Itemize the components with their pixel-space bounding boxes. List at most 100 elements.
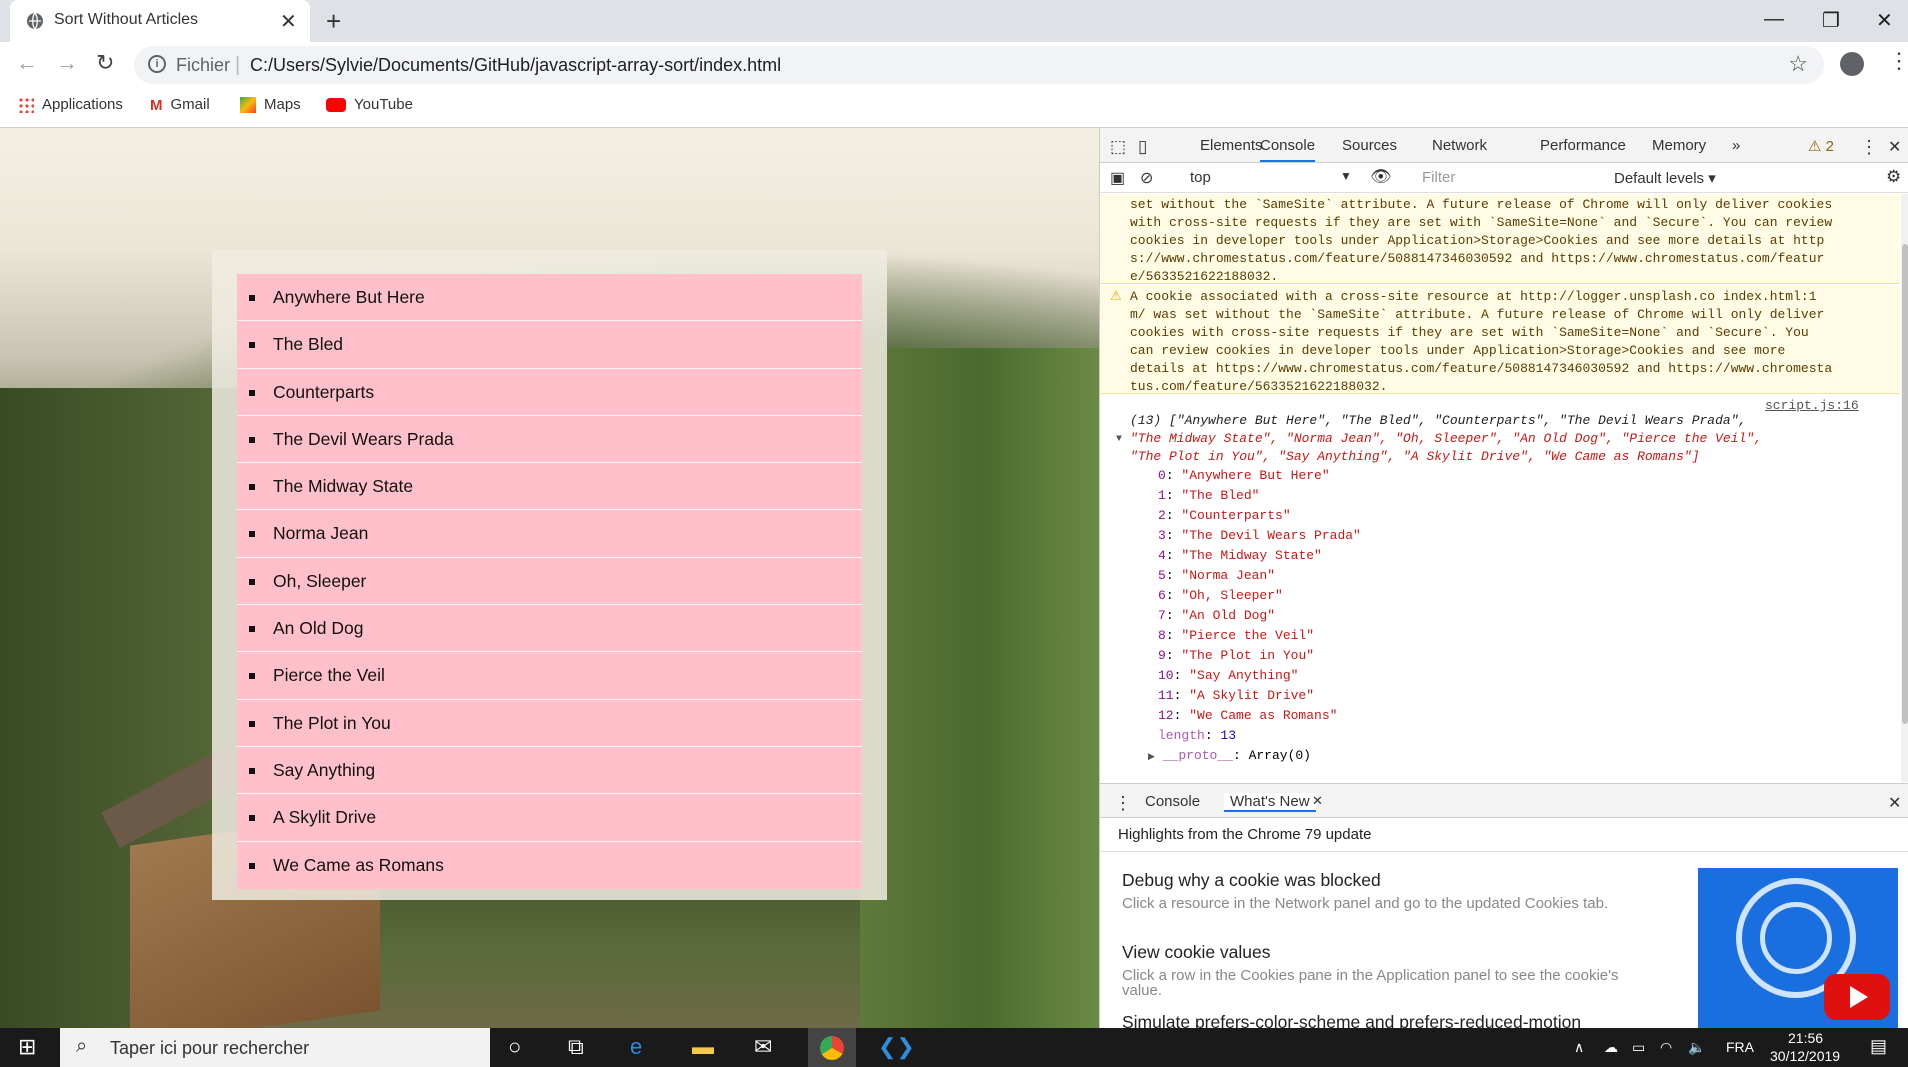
profile-avatar-icon[interactable]	[1840, 52, 1864, 76]
notifications-icon[interactable]: ▤	[1870, 1036, 1887, 1057]
close-window-button[interactable]: ✕	[1876, 8, 1893, 33]
warning-line: with cross-site requests if they are set…	[1130, 215, 1833, 230]
array-summary[interactable]: ▼ (13) ["Anywhere But Here", "The Bled",…	[1116, 396, 1870, 466]
address-bar[interactable]: i Fichier | C:/Users/Sylvie/Documents/Gi…	[134, 46, 1824, 84]
onedrive-icon[interactable]: ☁	[1604, 1039, 1618, 1056]
array-entry[interactable]: 5: "Norma Jean"	[1158, 566, 1361, 586]
warning-line: details at https://www.chromestatus.com/…	[1130, 361, 1833, 376]
tab-elements[interactable]: Elements	[1200, 137, 1263, 154]
browser-tab[interactable]: Sort Without Articles ✕	[10, 0, 310, 42]
warning-line: e/5633521622188032.	[1130, 269, 1279, 284]
whats-new-item-title[interactable]: Debug why a cookie was blocked	[1122, 870, 1381, 891]
bullet	[249, 673, 255, 680]
entry-index: 1	[1158, 488, 1166, 503]
sidebar-toggle-icon[interactable]: ▣	[1110, 168, 1125, 188]
clock-time[interactable]: 21:56	[1788, 1030, 1823, 1046]
file-explorer-icon[interactable]: ▬	[692, 1034, 714, 1060]
minimize-button[interactable]: —	[1764, 8, 1784, 31]
whats-new-item-title[interactable]: Simulate prefers-color-scheme and prefer…	[1122, 1012, 1581, 1028]
cortana-icon[interactable]: ○	[508, 1034, 521, 1060]
array-entry[interactable]: 3: "The Devil Wears Prada"	[1158, 526, 1361, 546]
chrome-taskbar-icon[interactable]	[808, 1028, 856, 1067]
mail-icon[interactable]: ✉	[754, 1034, 772, 1060]
drawer-menu-icon[interactable]: ⋮	[1114, 793, 1132, 814]
tab-network[interactable]: Network	[1432, 137, 1487, 154]
array-summary-line: "The Midway State", "Norma Jean", "Oh, S…	[1130, 431, 1762, 446]
star-icon[interactable]: ☆	[1788, 51, 1808, 77]
device-toolbar-icon[interactable]: ▯	[1138, 137, 1147, 157]
drawer-tab-whats-new[interactable]: What's New	[1224, 793, 1316, 812]
youtube-play-icon[interactable]	[1824, 974, 1890, 1020]
eye-icon[interactable]: 👁	[1370, 167, 1392, 187]
new-tab-button[interactable]: +	[326, 6, 341, 37]
wifi-icon[interactable]: ◠	[1660, 1039, 1672, 1056]
array-entry[interactable]: 9: "The Plot in You"	[1158, 646, 1361, 666]
close-devtools-icon[interactable]: ✕	[1888, 137, 1901, 157]
close-tab-icon[interactable]: ✕	[1312, 793, 1323, 809]
close-tab-icon[interactable]: ✕	[280, 9, 297, 34]
clock-date[interactable]: 30/12/2019	[1770, 1048, 1840, 1064]
array-entry[interactable]: 2: "Counterparts"	[1158, 506, 1361, 526]
language-indicator[interactable]: FRA	[1726, 1039, 1754, 1055]
back-icon[interactable]: ←	[16, 50, 38, 76]
close-drawer-icon[interactable]: ✕	[1888, 793, 1901, 813]
windows-start-icon[interactable]: ⊞	[18, 1034, 36, 1060]
warning-line: cookies in developer tools under Applica…	[1130, 233, 1825, 248]
settings-gear-icon[interactable]: ⚙	[1886, 167, 1901, 187]
scrollbar-thumb[interactable]	[1902, 244, 1908, 724]
length-key: length	[1158, 728, 1205, 743]
forward-icon[interactable]: →	[56, 50, 78, 76]
tray-chevron-icon[interactable]: ∧	[1574, 1039, 1584, 1056]
volume-icon[interactable]: 🔈	[1688, 1039, 1705, 1056]
inspect-element-icon[interactable]: ⬚	[1110, 137, 1126, 157]
entry-index: 5	[1158, 568, 1166, 583]
maximize-button[interactable]: ❐	[1822, 8, 1840, 33]
list-item-label: The Bled	[273, 334, 344, 355]
taskbar-search[interactable]: ⌕ Taper ici pour rechercher	[60, 1028, 490, 1067]
array-entry[interactable]: 0: "Anywhere But Here"	[1158, 466, 1361, 486]
console-scrollbar[interactable]	[1901, 194, 1908, 782]
more-tabs-icon[interactable]: »	[1732, 137, 1740, 154]
context-dropdown-icon[interactable]: ▼	[1340, 169, 1352, 183]
whats-new-video-thumbnail[interactable]	[1698, 868, 1898, 1028]
filter-input[interactable]: Filter	[1422, 169, 1455, 186]
array-entry[interactable]: 4: "The Midway State"	[1158, 546, 1361, 566]
vscode-icon[interactable]: ❮❯	[878, 1034, 915, 1060]
tab-performance[interactable]: Performance	[1540, 137, 1626, 154]
info-icon[interactable]: i	[148, 55, 166, 73]
battery-icon[interactable]: ▭	[1632, 1039, 1645, 1056]
whats-new-item-title[interactable]: View cookie values	[1122, 942, 1271, 963]
log-levels-select[interactable]: Default levels ▾	[1614, 169, 1716, 187]
entry-value: "A Skylit Drive"	[1189, 688, 1315, 703]
entry-value: "Counterparts"	[1181, 508, 1291, 523]
menu-dots-icon[interactable]: ⋮	[1888, 48, 1908, 74]
tab-console[interactable]: Console	[1260, 137, 1316, 162]
array-entry[interactable]: 11: "A Skylit Drive"	[1158, 686, 1361, 706]
drawer-tab-console[interactable]: Console	[1145, 793, 1200, 810]
array-entry[interactable]: 6: "Oh, Sleeper"	[1158, 586, 1361, 606]
bookmark-maps[interactable]: Maps	[240, 96, 301, 114]
devtools-menu-icon[interactable]: ⋮	[1860, 137, 1878, 158]
array-entry[interactable]: 10: "Say Anything"	[1158, 666, 1361, 686]
clear-console-icon[interactable]: ⊘	[1140, 168, 1153, 188]
bookmark-gmail[interactable]: M Gmail	[150, 96, 210, 114]
entry-index: 6	[1158, 588, 1166, 603]
bookmark-applications[interactable]: Applications	[18, 96, 123, 114]
expand-triangle-icon[interactable]: ▼	[1116, 431, 1122, 449]
bookmarks-bar: Applications M Gmail Maps YouTube	[0, 88, 1908, 128]
list-item-label: The Midway State	[273, 476, 414, 497]
array-entry[interactable]: 7: "An Old Dog"	[1158, 606, 1361, 626]
task-view-icon[interactable]: ⧉	[568, 1034, 584, 1060]
bookmark-youtube[interactable]: YouTube	[326, 96, 413, 113]
tab-sources[interactable]: Sources	[1342, 137, 1397, 154]
url-text[interactable]: C:/Users/Sylvie/Documents/GitHub/javascr…	[250, 55, 781, 76]
warning-count-badge[interactable]: ⚠ 2	[1808, 137, 1834, 155]
array-entry[interactable]: 1: "The Bled"	[1158, 486, 1361, 506]
reload-icon[interactable]: ↻	[96, 50, 114, 76]
array-proto[interactable]: ▶ __proto__: Array(0)	[1148, 746, 1361, 767]
array-entry[interactable]: 12: "We Came as Romans"	[1158, 706, 1361, 726]
array-entry[interactable]: 8: "Pierce the Veil"	[1158, 626, 1361, 646]
tab-memory[interactable]: Memory	[1652, 137, 1706, 154]
context-select[interactable]: top	[1190, 169, 1211, 186]
edge-icon[interactable]: e	[630, 1034, 642, 1060]
